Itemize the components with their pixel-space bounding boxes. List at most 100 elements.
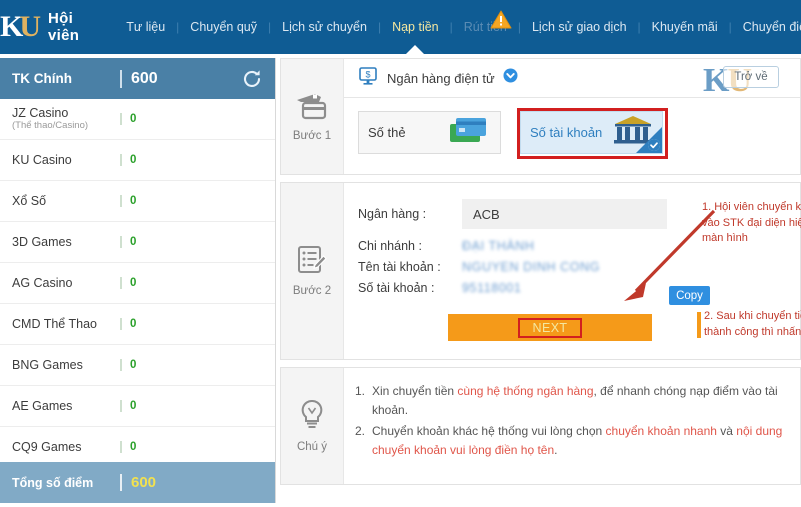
- note-item: 2. Chuyển khoản khác hệ thống vui lòng ch…: [350, 422, 786, 459]
- note-text: Xin chuyển tiền cùng hệ thống ngân hàng,…: [372, 382, 786, 419]
- note-number: 1.: [354, 384, 365, 398]
- balance-label: BNG Games: [12, 357, 83, 372]
- nav-item-khuyến-mãi[interactable]: Khuyến mãi: [641, 0, 729, 54]
- page-root: KU Hội viên Tư liệu | Chuyển quỹ | Lịch sử c…: [0, 0, 801, 507]
- account-sidebar: TK Chính 600 JZ Casino (Thể thao/Casino) 0…: [0, 58, 276, 503]
- nav-item-chuyển-quỹ[interactable]: Chuyển quỹ: [179, 0, 268, 54]
- bank-card-icon: [449, 116, 491, 149]
- balance-label: Xổ Số: [12, 193, 47, 208]
- brand-subtitle: Hội viên: [48, 10, 80, 44]
- note-highlight: chuyển khoản nhanh: [605, 424, 717, 439]
- main-account-value: 600: [120, 69, 241, 88]
- form-field-value: NGUYEN DINH CONG: [462, 260, 601, 274]
- ebanking-label: Ngân hàng điện tử: [387, 70, 495, 86]
- notes-marker: Chú ý: [281, 368, 344, 484]
- deposit-option-label: Số thẻ: [368, 125, 406, 140]
- form-field-label: Tên tài khoản :: [358, 260, 441, 274]
- note-plain: Xin chuyển tiền: [372, 384, 458, 398]
- nav-item-lịch-sử-giao-dịch[interactable]: Lịch sử giao dịch: [521, 0, 638, 54]
- sidebar-balance-row: CMD Thể Thao 0: [0, 304, 275, 345]
- sidebar-main-account-row: TK Chính 600: [0, 58, 275, 99]
- deposit-option-account-number[interactable]: Số tài khoản: [517, 108, 668, 159]
- main-account-label: TK Chính: [12, 71, 72, 86]
- return-button[interactable]: Trở về: [723, 66, 779, 88]
- next-button-label: NEXT: [517, 317, 583, 338]
- nav-item-nạp-tiền[interactable]: Nạp tiền: [381, 0, 450, 54]
- deposit-method-options: Số thẻ Số tài khoản: [344, 98, 800, 159]
- form-field-value: 95118001: [462, 281, 522, 295]
- copy-button[interactable]: Copy: [669, 286, 710, 305]
- sidebar-balance-list: JZ Casino (Thể thao/Casino) 0 KU Casino 0 Xổ …: [0, 99, 275, 468]
- sidebar-balance-row: Xổ Số 0: [0, 181, 275, 222]
- form-field-row: Tên tài khoản : NGUYEN DINH CONG: [358, 260, 800, 274]
- balance-label: AG Casino: [12, 275, 73, 290]
- form-field-label: Ngân hàng :: [358, 207, 427, 221]
- balance-value: 0: [120, 236, 263, 248]
- active-tab-caret: [406, 45, 425, 54]
- chevron-down-icon[interactable]: [503, 68, 518, 88]
- balance-label: 3D Games: [12, 234, 72, 249]
- warning-triangle-icon: [490, 10, 512, 29]
- sidebar-balance-row: BNG Games 0: [0, 345, 275, 386]
- note-highlight: cùng hệ thống ngân hàng: [457, 384, 594, 398]
- step2-marker: Bước 2: [281, 183, 344, 359]
- note-plain: .: [554, 442, 558, 457]
- balance-value: 0: [120, 400, 263, 412]
- sidebar-balance-row: 3D Games 0: [0, 222, 275, 263]
- refresh-icon[interactable]: [241, 68, 263, 90]
- note-text: Chuyển khoản khác hệ thống vui lòng chọn…: [372, 422, 786, 459]
- balance-value: 0: [120, 359, 263, 371]
- svg-text:$: $: [365, 69, 370, 79]
- notes-list: 1. Xin chuyển tiền cùng hệ thống ngân hàn…: [344, 368, 800, 459]
- form-field-value: ACB: [462, 199, 667, 229]
- notes-body: 1. Xin chuyển tiền cùng hệ thống ngân hàn…: [344, 368, 800, 484]
- balance-value: 0: [120, 195, 263, 207]
- note-number: 2.: [354, 424, 365, 439]
- balance-value: 0: [120, 441, 263, 453]
- sidebar-balance-row: KU Casino 0: [0, 140, 275, 181]
- balance-label: KU Casino: [12, 152, 72, 167]
- sidebar-balance-row: AE Games 0: [0, 386, 275, 427]
- form-field-row: Số tài khoản : 95118001: [358, 281, 800, 295]
- deposit-option-card-number[interactable]: Số thẻ: [358, 111, 501, 154]
- balance-label: CMD Thể Thao: [12, 316, 97, 331]
- next-button[interactable]: NEXT: [448, 314, 652, 341]
- balance-value: 0: [120, 154, 263, 166]
- step2-panel: Bước 2 Ngân hàng : ACB Chi nhánh : ĐẠI THÀN…: [280, 182, 801, 360]
- monitor-dollar-icon: $: [358, 66, 378, 91]
- nav-item-chuyển-điểm[interactable]: Chuyển điểm: [732, 0, 801, 54]
- note-plain: Chuyển khoản khác hệ thống vui lòng chọn: [372, 424, 606, 439]
- form-field-label: Số tài khoản :: [358, 281, 435, 295]
- step2-label: Bước 2: [292, 285, 332, 297]
- balance-value: 0: [120, 277, 263, 289]
- step1-label: Bước 1: [292, 129, 332, 142]
- sidebar-balance-row: JZ Casino (Thể thao/Casino) 0: [0, 99, 275, 140]
- main-content: Bước 1 $ Ngân hàng điện tử Số thẻ Số tài…: [280, 58, 801, 507]
- lightbulb-icon: [298, 399, 326, 436]
- top-header: KU Hội viên Tư liệu | Chuyển quỹ | Lịch sử c…: [0, 0, 801, 54]
- balance-sublabel: (Thể thao/Casino): [12, 119, 89, 131]
- ku-logo[interactable]: KU: [0, 0, 41, 54]
- note-plain: và: [716, 424, 737, 439]
- selected-check-icon: [636, 127, 662, 153]
- credit-cards-icon: [295, 92, 329, 125]
- annotation-note-1: 1. Hội viên chuyển khoản vào STK đại diệ…: [702, 201, 801, 245]
- main-navigation: Tư liệu | Chuyển quỹ | Lịch sử chuyển | Nạp ti…: [115, 0, 801, 54]
- sidebar-balance-row: AG Casino 0: [0, 263, 275, 304]
- sidebar-total-row: Tổng số điểm 600: [0, 462, 275, 503]
- logo-letter-u: U: [19, 10, 41, 43]
- total-points-label: Tổng số điểm: [12, 475, 94, 490]
- note-item: 1. Xin chuyển tiền cùng hệ thống ngân hàn…: [350, 382, 786, 419]
- annotation-note-2: 2. Sau khi chuyển tiền thành công thì nh…: [704, 310, 801, 338]
- nav-item-tư-liệu[interactable]: Tư liệu: [115, 0, 176, 54]
- deposit-option-label: Số tài khoản: [530, 125, 603, 140]
- form-edit-icon: [296, 245, 328, 280]
- step2-body: Ngân hàng : ACB Chi nhánh : ĐẠI THÀNH Tên tà…: [344, 183, 801, 359]
- balance-label: JZ Casino (Thể thao/Casino): [12, 106, 120, 131]
- notes-panel: Chú ý 1. Xin chuyển tiền cùng hệ thống ng…: [280, 367, 801, 485]
- annotation-bar-marker: [697, 312, 701, 338]
- balance-value: 0: [120, 113, 263, 125]
- notes-label: Chú ý: [296, 441, 328, 453]
- balance-value: 0: [120, 318, 263, 330]
- nav-item-lịch-sử-chuyển[interactable]: Lịch sử chuyển: [271, 0, 378, 54]
